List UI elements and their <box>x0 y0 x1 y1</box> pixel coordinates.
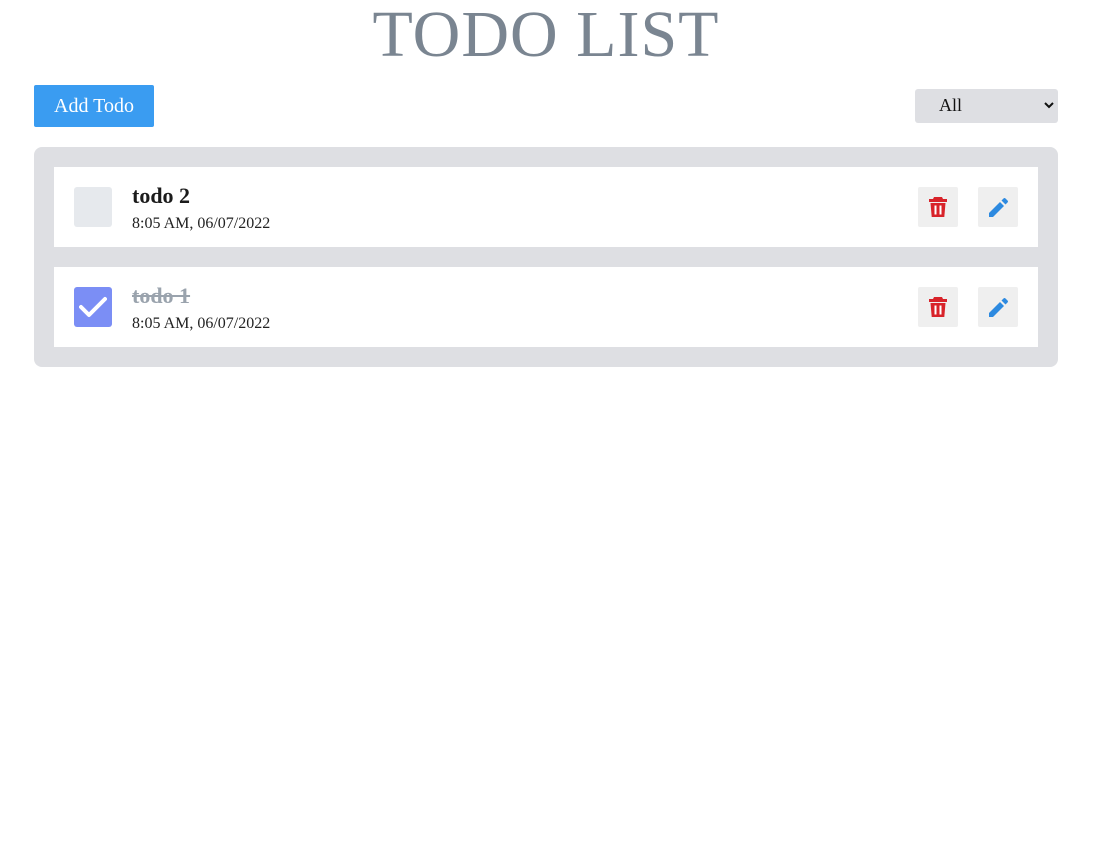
todo-item: todo 1 8:05 AM, 06/07/2022 <box>54 267 1038 347</box>
todo-text: todo 1 8:05 AM, 06/07/2022 <box>132 283 270 333</box>
trash-icon <box>929 197 947 217</box>
filter-selected-value: All <box>939 95 963 115</box>
delete-todo-button[interactable] <box>918 187 958 227</box>
filter-select[interactable]: All <box>915 89 1058 123</box>
edit-todo-button[interactable] <box>978 287 1018 327</box>
todo-app: TODO LIST Add Todo All todo 2 8:05 AM, 0… <box>0 0 1102 846</box>
todo-checkbox[interactable] <box>74 287 112 327</box>
pencil-icon <box>989 298 1008 317</box>
todo-title: todo 1 <box>132 283 191 308</box>
todo-timestamp: 8:05 AM, 06/07/2022 <box>132 215 271 232</box>
pencil-icon <box>989 198 1008 217</box>
toolbar: Add Todo All <box>34 85 1058 127</box>
page-title: TODO LIST <box>372 0 720 71</box>
todo-list: todo 2 8:05 AM, 06/07/2022 todo 1 8:05 A… <box>34 147 1058 367</box>
todo-timestamp: 8:05 AM, 06/07/2022 <box>132 315 271 332</box>
trash-icon <box>929 297 947 317</box>
todo-item: todo 2 8:05 AM, 06/07/2022 <box>54 167 1038 247</box>
todo-checkbox[interactable] <box>74 187 112 227</box>
check-icon <box>79 297 107 317</box>
chevron-down-icon <box>1044 102 1054 109</box>
todo-text: todo 2 8:05 AM, 06/07/2022 <box>132 183 270 233</box>
delete-todo-button[interactable] <box>918 287 958 327</box>
add-todo-button[interactable]: Add Todo <box>34 85 154 127</box>
todo-title: todo 2 <box>132 183 191 208</box>
edit-todo-button[interactable] <box>978 187 1018 227</box>
